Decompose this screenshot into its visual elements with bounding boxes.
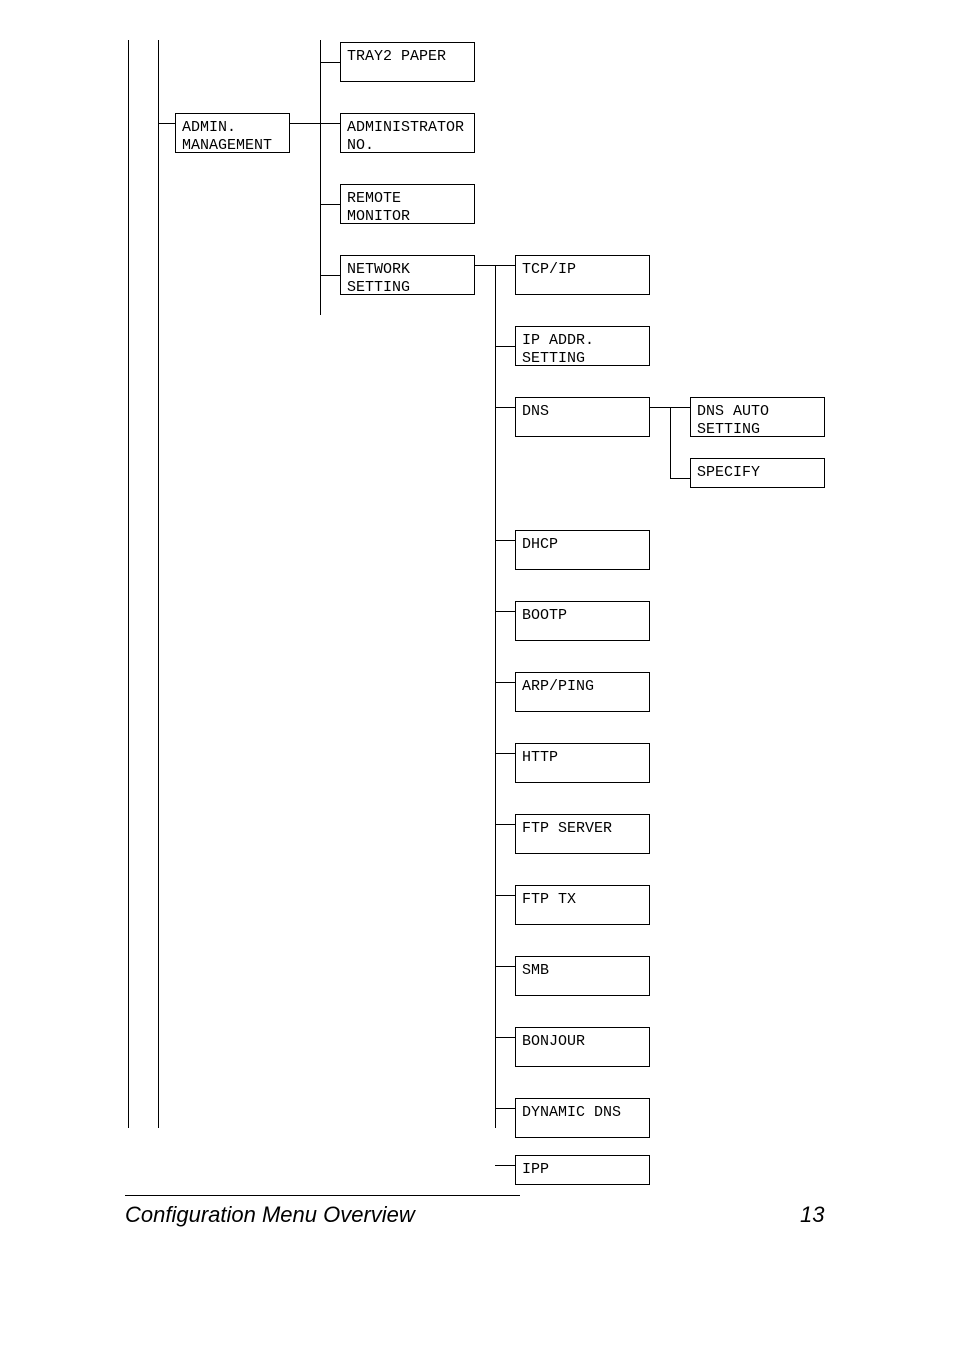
conn-admin-right	[290, 123, 320, 124]
page-title: Configuration Menu Overview	[125, 1202, 415, 1228]
node-dyndns: DYNAMIC DNS	[515, 1098, 650, 1138]
conn-tray2	[320, 62, 340, 63]
conn-dyndns	[495, 1108, 515, 1109]
trunk-dns-children	[670, 407, 671, 479]
footer-rule	[125, 1195, 520, 1196]
trunk-outer	[128, 40, 129, 1128]
node-bootp: BOOTP	[515, 601, 650, 641]
conn-ftpserver	[495, 824, 515, 825]
conn-dhcp	[495, 540, 515, 541]
trunk-network-children	[495, 265, 496, 1128]
node-admin: ADMIN. MANAGEMENT	[175, 113, 290, 153]
conn-ftptx	[495, 895, 515, 896]
node-specify: SPECIFY	[690, 458, 825, 488]
conn-dns-right	[650, 407, 670, 408]
node-smb: SMB	[515, 956, 650, 996]
node-tray2: TRAY2 PAPER	[340, 42, 475, 82]
node-remote: REMOTE MONITOR	[340, 184, 475, 224]
conn-remote	[320, 204, 340, 205]
conn-network	[320, 275, 340, 276]
conn-network-right	[475, 265, 495, 266]
conn-arpping	[495, 682, 515, 683]
node-ipaddr: IP ADDR. SETTING	[515, 326, 650, 366]
conn-dnsauto	[670, 407, 690, 408]
conn-ipaddr	[495, 346, 515, 347]
node-dns: DNS	[515, 397, 650, 437]
conn-ipp	[495, 1165, 515, 1166]
node-network: NETWORK SETTING	[340, 255, 475, 295]
conn-admin-left	[158, 123, 175, 124]
page-number: 13	[800, 1202, 824, 1228]
node-ftpserver: FTP SERVER	[515, 814, 650, 854]
node-tcpip: TCP/IP	[515, 255, 650, 295]
node-dhcp: DHCP	[515, 530, 650, 570]
conn-bootp	[495, 611, 515, 612]
conn-tcpip	[495, 265, 515, 266]
conn-http	[495, 753, 515, 754]
node-arpping: ARP/PING	[515, 672, 650, 712]
trunk-admin-children	[320, 123, 321, 315]
conn-smb	[495, 966, 515, 967]
node-ipp: IPP	[515, 1155, 650, 1185]
node-ftptx: FTP TX	[515, 885, 650, 925]
node-dnsauto: DNS AUTO SETTING	[690, 397, 825, 437]
page: TRAY2 PAPER ADMIN. MANAGEMENT ADMINISTRA…	[0, 0, 954, 1350]
conn-dns	[495, 407, 515, 408]
node-adminno: ADMINISTRATOR NO.	[340, 113, 475, 153]
node-bonjour: BONJOUR	[515, 1027, 650, 1067]
conn-bonjour	[495, 1037, 515, 1038]
conn-adminno	[320, 123, 340, 124]
trunk-inner	[158, 40, 159, 1128]
conn-specify	[670, 478, 690, 479]
node-http: HTTP	[515, 743, 650, 783]
